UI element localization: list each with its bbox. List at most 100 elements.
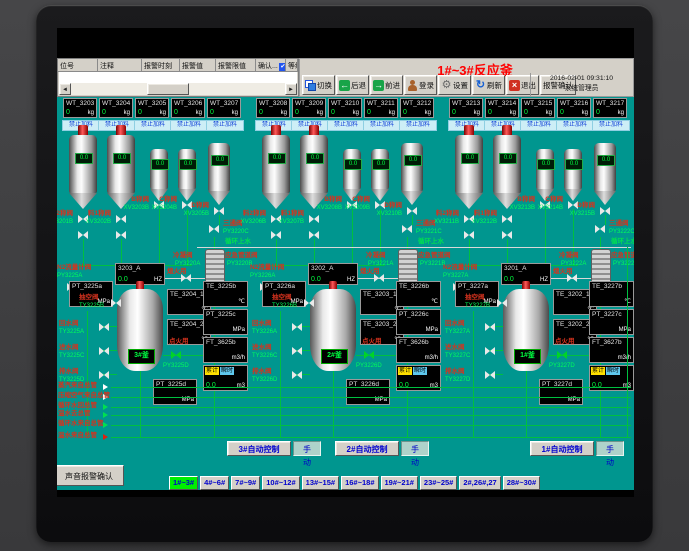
extinguish-valve[interactable] — [374, 274, 384, 282]
hopper-discharge-valve[interactable] — [407, 207, 417, 215]
manual-mode-button[interactable]: 手动 — [596, 441, 624, 456]
pressure-c-readout[interactable]: PT_3226cMPa — [396, 309, 441, 335]
alarm-column-header[interactable]: 报警时刻 — [142, 59, 180, 72]
reactor-valve[interactable] — [485, 371, 495, 379]
weight-readout[interactable]: WT_32050kg — [135, 98, 169, 118]
reactor-group-tab[interactable]: 16#~18# — [341, 476, 378, 490]
extinguish-valve[interactable] — [181, 274, 191, 282]
auto-control-button[interactable]: 3#自动控制 — [227, 441, 291, 456]
reactor-group-tab[interactable]: 1#~3# — [169, 476, 198, 490]
reactor-valve[interactable] — [111, 299, 121, 307]
totalizer-total-button[interactable]: 累计 — [205, 367, 219, 375]
totalizer-instant-button[interactable]: 瞬时 — [220, 367, 234, 375]
hopper-discharge-valve[interactable] — [502, 231, 512, 239]
scroll-thumb[interactable] — [147, 83, 189, 95]
alarm-column-header[interactable]: 报警限值 — [216, 59, 256, 72]
pressure-d-readout[interactable]: PT_3227dMPa — [539, 379, 583, 405]
alarm-column-header[interactable]: 等级 — [286, 59, 298, 72]
weight-readout[interactable]: WT_32130kg — [449, 98, 483, 118]
auto-control-button[interactable]: 2#自动控制 — [335, 441, 399, 456]
hopper-discharge-valve[interactable] — [116, 231, 126, 239]
weight-readout[interactable]: WT_32140kg — [485, 98, 519, 118]
reactor-valve[interactable] — [99, 371, 109, 379]
totalizer-instant-button[interactable]: 瞬时 — [413, 367, 427, 375]
temperature-b-readout[interactable]: TE_3225b℃ — [203, 281, 248, 307]
weight-readout[interactable]: WT_32110kg — [364, 98, 398, 118]
weight-readout[interactable]: WT_32070kg — [207, 98, 241, 118]
scroll-left-button[interactable]: ◄ — [59, 83, 71, 95]
flow-readout[interactable]: FT_3625bm3/h — [203, 337, 248, 363]
reactor-group-tab[interactable]: 10#~12# — [262, 476, 299, 490]
hopper-discharge-valve[interactable] — [464, 231, 474, 239]
forward-button[interactable]: 前进 — [370, 75, 403, 95]
back-button[interactable]: 后退 — [336, 75, 369, 95]
alarm-column-header[interactable]: 报警值 — [180, 59, 216, 72]
refresh-button[interactable]: 刷新 — [472, 75, 505, 95]
weight-readout[interactable]: WT_32100kg — [328, 98, 362, 118]
reactor-valve[interactable] — [99, 347, 109, 355]
reactor-valve[interactable] — [497, 299, 507, 307]
reactor-group-tab[interactable]: 2#,26#,27 — [459, 476, 500, 490]
manual-mode-button[interactable]: 手动 — [401, 441, 429, 456]
hopper-discharge-valve[interactable] — [600, 207, 610, 215]
reactor-group-tab[interactable]: 4#~6# — [200, 476, 229, 490]
weight-readout[interactable]: WT_32170kg — [593, 98, 627, 118]
manual-mode-button[interactable]: 手动 — [293, 441, 321, 456]
reactor-valve[interactable] — [292, 347, 302, 355]
alarm-table-scrollbar[interactable]: ◄ ► — [59, 83, 297, 95]
reactor-valve[interactable] — [99, 323, 109, 331]
scroll-right-button[interactable]: ► — [285, 83, 297, 95]
hopper-discharge-valve[interactable] — [502, 215, 512, 223]
hopper-discharge-valve[interactable] — [309, 231, 319, 239]
hopper-discharge-valve[interactable] — [116, 215, 126, 223]
reactor-group-tab[interactable]: 7#~9# — [231, 476, 260, 490]
totalizer-instant-button[interactable]: 瞬时 — [606, 367, 620, 375]
pressure-d-readout[interactable]: PT_3226dMPa — [346, 379, 390, 405]
totalizer-total-button[interactable]: 累计 — [398, 367, 412, 375]
tee-valve[interactable] — [595, 225, 605, 233]
weight-readout[interactable]: WT_32060kg — [171, 98, 205, 118]
temperature-b-readout[interactable]: TE_3226b℃ — [396, 281, 441, 307]
alarm-column-header[interactable]: 注释 — [98, 59, 142, 72]
reactor-valve[interactable] — [292, 371, 302, 379]
weight-readout[interactable]: WT_32080kg — [256, 98, 290, 118]
reactor-valve[interactable] — [292, 323, 302, 331]
weight-value: 0 — [259, 109, 263, 116]
hopper-discharge-valve[interactable] — [214, 207, 224, 215]
reactor-group-tab[interactable]: 13#~15# — [302, 476, 339, 490]
hopper-discharge-valve[interactable] — [78, 231, 88, 239]
tee-valve[interactable] — [402, 225, 412, 233]
pressure-d-readout[interactable]: PT_3225dMPa — [153, 379, 197, 405]
weight-readout[interactable]: WT_32150kg — [521, 98, 555, 118]
reactor-group-tab[interactable]: 28#~30# — [503, 476, 540, 490]
alarm-column-header[interactable]: 位号 — [58, 59, 98, 72]
reactor-group-tab[interactable]: 23#~25# — [420, 476, 457, 490]
pressure-c-readout[interactable]: PT_3225cMPa — [203, 309, 248, 335]
settings-button[interactable]: 设置 — [438, 75, 471, 95]
reactor-valve[interactable] — [304, 299, 314, 307]
ignition-valve[interactable] — [557, 351, 567, 359]
alarm-column-header[interactable]: 确认...✔ — [256, 59, 286, 72]
weight-readout[interactable]: WT_32120kg — [400, 98, 434, 118]
totalizer-total-button[interactable]: 累计 — [591, 367, 605, 375]
weight-readout[interactable]: WT_32160kg — [557, 98, 591, 118]
weight-readout[interactable]: WT_32040kg — [99, 98, 133, 118]
flow-readout[interactable]: FT_3626bm3/h — [396, 337, 441, 363]
auto-control-button[interactable]: 1#自动控制 — [530, 441, 594, 456]
login-button[interactable]: 登录 — [404, 75, 437, 95]
weight-readout[interactable]: WT_32090kg — [292, 98, 326, 118]
tee-valve[interactable] — [209, 225, 219, 233]
ignition-valve[interactable] — [171, 351, 181, 359]
weight-readout[interactable]: WT_32030kg — [63, 98, 97, 118]
sound-alarm-ack-button[interactable]: 声音报警确认 — [57, 465, 124, 486]
reactor-valve[interactable] — [485, 323, 495, 331]
reactor-valve[interactable] — [485, 347, 495, 355]
hopper-discharge-valve[interactable] — [271, 231, 281, 239]
refresh-icon — [475, 80, 486, 91]
hopper-discharge-valve[interactable] — [309, 215, 319, 223]
reactor-group-tab[interactable]: 19#~21# — [381, 476, 418, 490]
ignition-valve[interactable] — [364, 351, 374, 359]
instrument-tag: PT_3227a — [456, 282, 498, 290]
switch-button[interactable]: 切换 — [302, 75, 335, 95]
extinguish-valve[interactable] — [567, 274, 577, 282]
